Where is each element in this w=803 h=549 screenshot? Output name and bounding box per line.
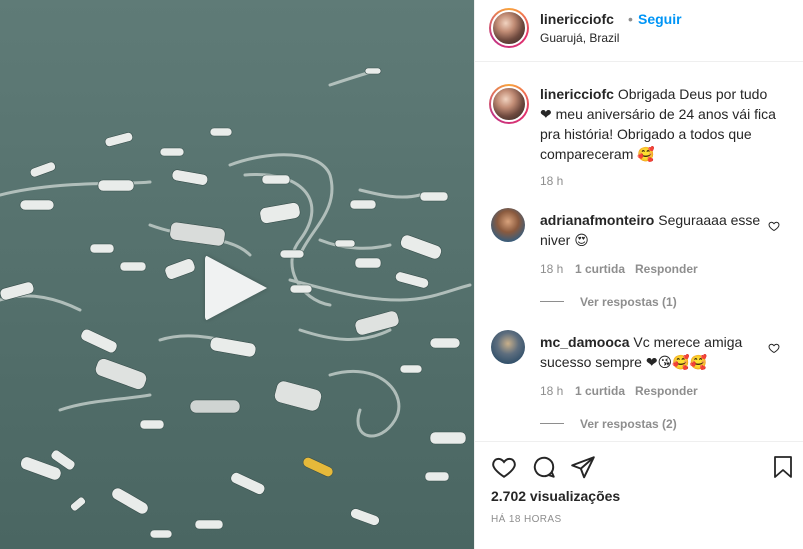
comment-time[interactable]: 18 h (540, 262, 563, 276)
post-details-panel: linericciofc • Seguir Guarujá, Brazil li… (474, 0, 803, 549)
view-replies-button[interactable]: Ver respostas (1) (580, 295, 677, 309)
comment-icon[interactable] (531, 454, 557, 480)
instagram-post: linericciofc • Seguir Guarujá, Brazil li… (0, 0, 803, 549)
post-header: linericciofc • Seguir Guarujá, Brazil (475, 0, 803, 62)
comment-username[interactable]: adrianafmonteiro (540, 212, 654, 228)
post-actions: 2.702 visualizações HÁ 18 HORAS (475, 441, 803, 549)
caption-username[interactable]: linericciofc (540, 86, 614, 102)
share-icon[interactable] (570, 454, 596, 480)
follow-button[interactable]: Seguir (638, 11, 682, 27)
comment-likes[interactable]: 1 curtida (575, 262, 625, 276)
view-count[interactable]: 2.702 visualizações (491, 488, 620, 504)
author-avatar[interactable] (489, 8, 529, 48)
reply-button[interactable]: Responder (635, 384, 698, 398)
reply-button[interactable]: Responder (635, 262, 698, 276)
heart-icon[interactable] (768, 220, 780, 232)
post-location[interactable]: Guarujá, Brazil (540, 31, 619, 45)
view-replies-button[interactable]: Ver respostas (2) (580, 417, 677, 431)
bookmark-icon[interactable] (771, 454, 795, 480)
comment-body: mc_damooca Vc merece amiga sucesso sempr… (540, 332, 762, 372)
comment-username[interactable]: mc_damooca (540, 334, 629, 350)
play-icon[interactable] (205, 255, 267, 321)
heart-icon[interactable] (491, 454, 517, 480)
comments-list: linericciofc Obrigada Deus por tudo ❤ me… (475, 70, 803, 440)
header-separator: • (628, 11, 633, 27)
caption-body: linericciofc Obrigada Deus por tudo ❤ me… (540, 84, 780, 164)
author-username[interactable]: linericciofc (540, 11, 614, 27)
caption-avatar[interactable] (489, 84, 529, 124)
comment-likes[interactable]: 1 curtida (575, 384, 625, 398)
caption-time[interactable]: 18 h (540, 174, 563, 188)
replies-divider (540, 301, 564, 302)
commenter-avatar[interactable] (491, 208, 525, 242)
replies-divider (540, 423, 564, 424)
post-video[interactable] (0, 0, 474, 549)
post-time[interactable]: HÁ 18 HORAS (491, 514, 562, 525)
comment-time[interactable]: 18 h (540, 384, 563, 398)
heart-icon[interactable] (768, 342, 780, 354)
commenter-avatar[interactable] (491, 330, 525, 364)
comment-body: adrianafmonteiro Seguraaaa esse niver 😍 (540, 210, 762, 250)
